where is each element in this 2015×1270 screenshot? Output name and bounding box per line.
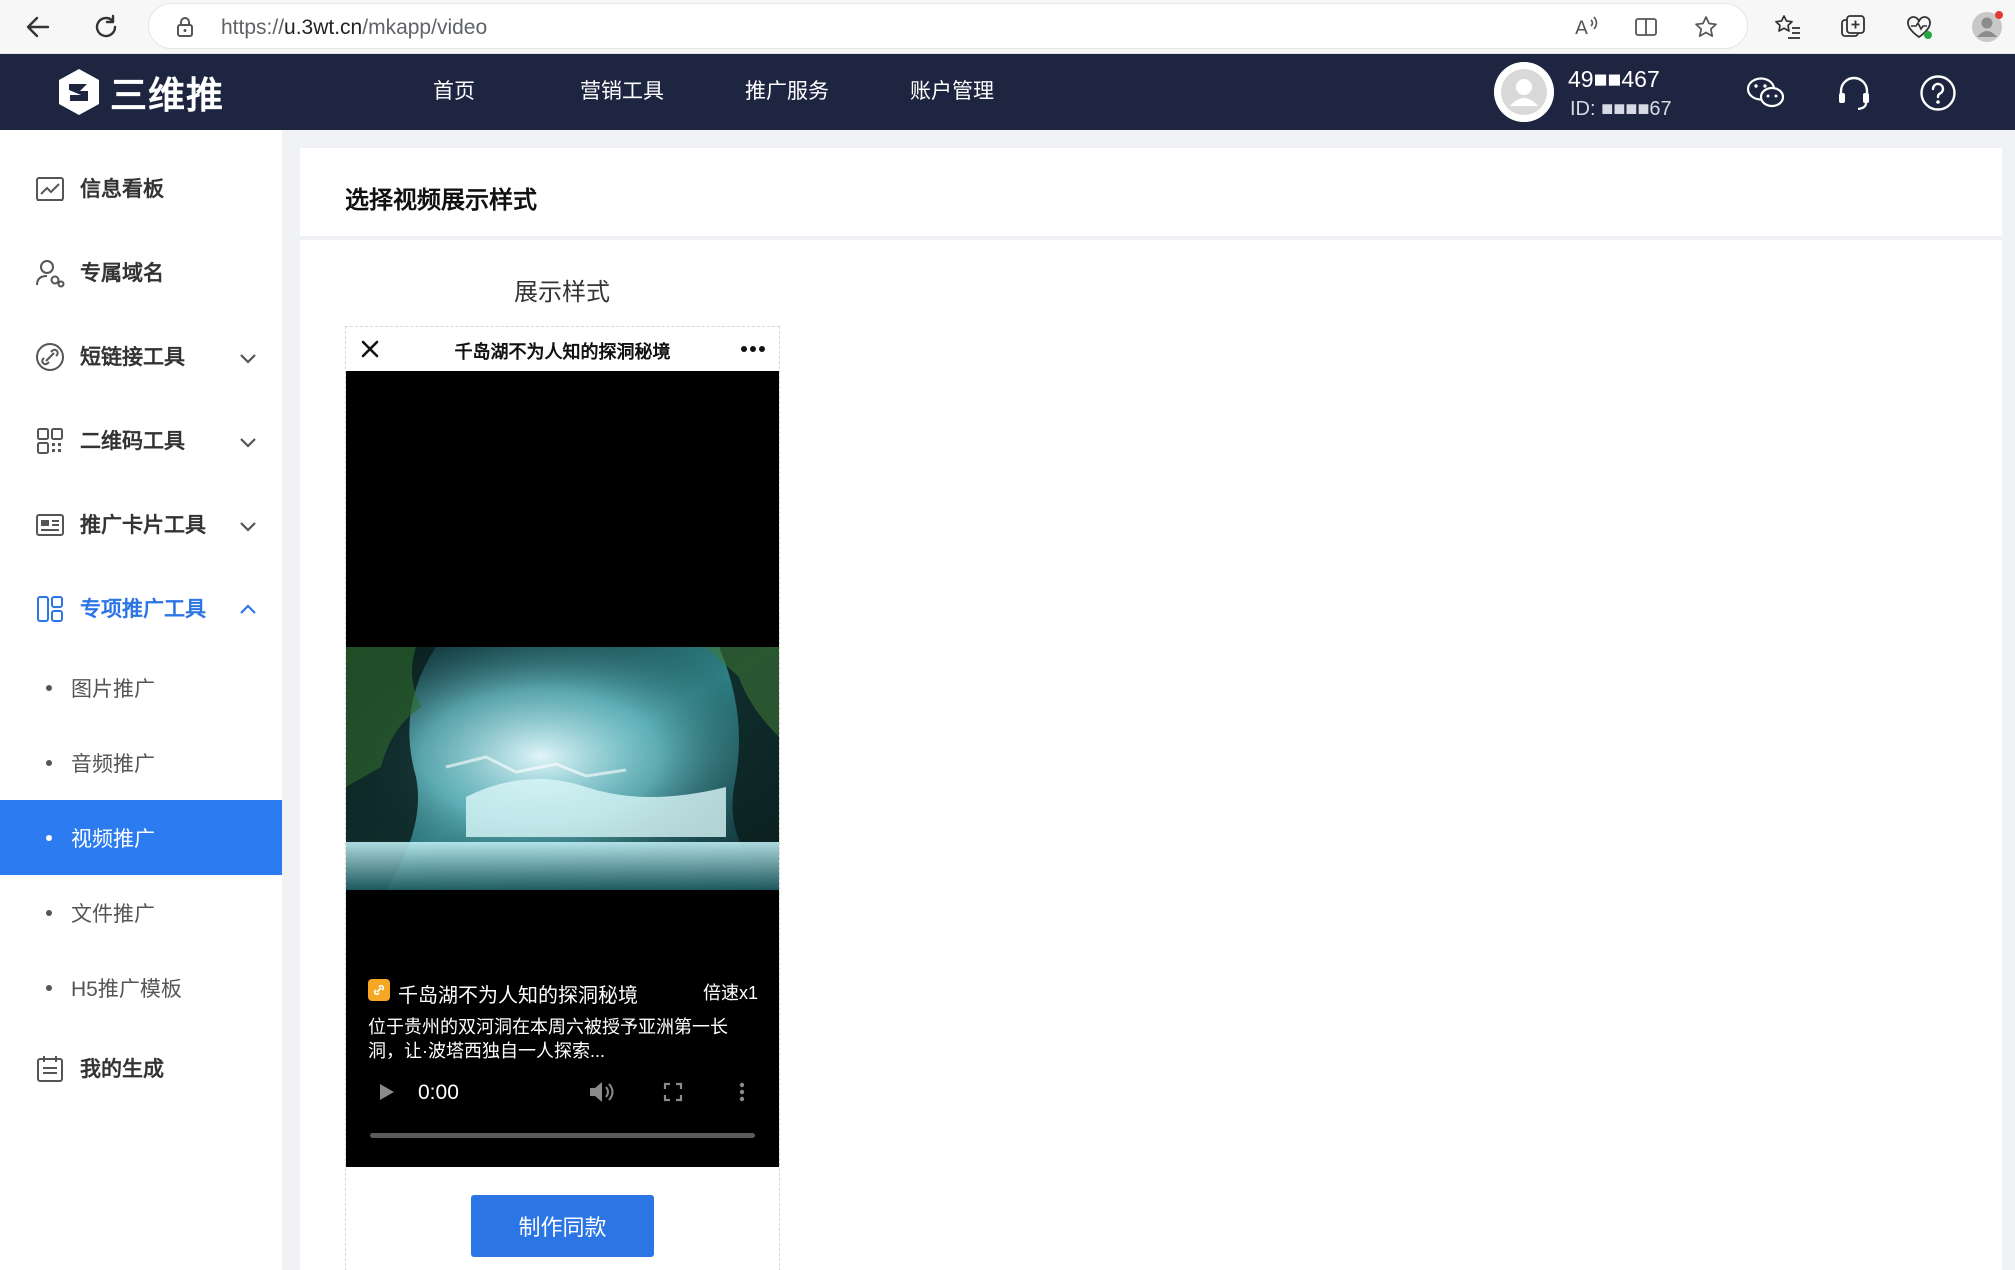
sidebar-item-label: 短链接工具 (80, 346, 185, 369)
sidebar-item-short-link[interactable]: 短链接工具 (0, 326, 282, 386)
lock-icon (177, 17, 193, 37)
nav-marketing-tools[interactable]: 营销工具 (580, 54, 664, 130)
video-style-card: 千岛湖不为人知的探洞秘境 千岛湖不为人知的探洞秘境 倍速x1 位于贵州的双河洞在… (345, 326, 780, 1270)
sidebar-item-label: 二维码工具 (80, 430, 185, 453)
sidebar-item-label: 推广卡片工具 (80, 514, 206, 537)
customer-service-headset-icon[interactable] (1833, 72, 1875, 114)
video-title-row: 千岛湖不为人知的探洞秘境 倍速x1 (368, 977, 758, 1007)
divider (300, 236, 2002, 240)
sidebar: 信息看板 专属域名 短链接工具 二维码工具 推广卡片工具 专项推广工具 图片推广… (0, 130, 282, 1270)
page-title: 选择视频展示样式 (345, 187, 537, 214)
sidebar-item-qrcode[interactable]: 二维码工具 (0, 410, 282, 470)
chevron-up-icon (240, 604, 256, 614)
brand-name: 三维推 (110, 75, 224, 116)
help-icon[interactable] (1917, 72, 1959, 114)
playback-speed[interactable]: 倍速x1 (703, 979, 758, 1005)
video-thumbnail (346, 647, 779, 890)
phone-title-bar: 千岛湖不为人知的探洞秘境 (346, 327, 779, 371)
video-player[interactable]: 千岛湖不为人知的探洞秘境 倍速x1 位于贵州的双河洞在本周六被授予亚洲第一长洞，… (346, 371, 779, 1167)
subitem-label: H5推广模板 (71, 977, 182, 1001)
bullet-dot (46, 834, 52, 841)
sidebar-item-dashboard[interactable]: 信息看板 (0, 158, 282, 218)
sidebar-item-domain[interactable]: 专属域名 (0, 242, 282, 302)
top-nav: 首页 营销工具 推广服务 账户管理 (410, 54, 994, 130)
volume-icon[interactable] (586, 1077, 616, 1107)
user-id: ID: ■■■■67 (1570, 98, 1672, 120)
link-icon (36, 343, 64, 371)
sidebar-subitem-video-promo[interactable]: 视频推广 (0, 800, 282, 875)
chevron-down-icon (240, 522, 256, 532)
layout-icon (37, 596, 63, 622)
sidebar-item-label: 信息看板 (80, 178, 164, 201)
profile-avatar-icon[interactable] (1970, 10, 2004, 44)
sidebar-item-special-promo[interactable]: 专项推广工具 (0, 578, 282, 638)
nav-promotion-services[interactable]: 推广服务 (745, 54, 829, 130)
app-header: 三维推 首页 营销工具 推广服务 账户管理 49■■467 ID: ■■■■67 (0, 54, 2015, 130)
chevron-down-icon (240, 354, 256, 364)
video-time: 0:00 (418, 1081, 459, 1104)
main-panel: 选择视频展示样式 展示样式 千岛湖不为人知的探洞秘境 千岛湖不为人知的探洞秘境 … (300, 148, 2002, 1270)
sidebar-item-label: 我的生成 (80, 1058, 164, 1081)
reload-icon[interactable] (88, 10, 124, 44)
bullet-dot (46, 759, 52, 766)
video-title: 千岛湖不为人知的探洞秘境 (398, 985, 638, 1007)
read-aloud-icon[interactable]: A (1574, 14, 1600, 40)
chevron-down-icon (240, 438, 256, 448)
favorites-list-icon[interactable] (1771, 10, 1805, 44)
wechat-icon[interactable] (1745, 72, 1787, 114)
calendar-list-icon (37, 1056, 63, 1082)
user-name: 49■■467 (1568, 66, 1660, 92)
browser-toolbar: https://u.3wt.cn/mkapp/video A (0, 0, 2015, 54)
sidebar-item-label: 专属域名 (80, 262, 164, 285)
play-icon[interactable] (374, 1077, 400, 1107)
sidebar-item-my-generated[interactable]: 我的生成 (0, 1038, 282, 1098)
bullet-dot (46, 984, 52, 991)
video-progress-bar[interactable] (370, 1133, 755, 1138)
more-dots-icon[interactable] (738, 337, 768, 361)
sidebar-subitem-h5-template[interactable]: H5推广模板 (0, 950, 282, 1025)
make-same-button[interactable]: 制作同款 (471, 1195, 654, 1257)
qrcode-icon (37, 428, 63, 454)
dashboard-icon (36, 177, 64, 201)
sidebar-subitem-image-promo[interactable]: 图片推广 (0, 650, 282, 725)
split-screen-icon[interactable] (1633, 14, 1659, 40)
brand-logo[interactable]: 三维推 (56, 66, 224, 118)
nav-account-management[interactable]: 账户管理 (910, 54, 994, 130)
collections-icon[interactable] (1836, 10, 1870, 44)
fullscreen-icon[interactable] (658, 1077, 688, 1107)
sidebar-subitem-audio-promo[interactable]: 音频推广 (0, 725, 282, 800)
svg-text:A: A (1575, 17, 1588, 39)
address-bar[interactable]: https://u.3wt.cn/mkapp/video A (148, 3, 1748, 49)
card-icon (36, 514, 64, 536)
url-text: https://u.3wt.cn/mkapp/video (221, 16, 488, 39)
video-menu-icon[interactable] (732, 1077, 752, 1107)
sidebar-item-label: 专项推广工具 (80, 598, 206, 621)
sidebar-subitem-file-promo[interactable]: 文件推广 (0, 875, 282, 950)
browser-essentials-icon[interactable] (1902, 10, 1936, 44)
bullet-dot (46, 909, 52, 916)
section-label: 展示样式 (514, 279, 610, 306)
nav-home[interactable]: 首页 (433, 54, 475, 130)
logo-mark-icon (59, 69, 99, 115)
back-icon[interactable] (20, 10, 56, 44)
user-link-icon (36, 260, 65, 288)
favorite-star-icon[interactable] (1693, 14, 1719, 40)
phone-title: 千岛湖不为人知的探洞秘境 (454, 342, 671, 362)
subitem-label: 音频推广 (71, 752, 155, 776)
user-avatar[interactable] (1494, 62, 1554, 122)
sidebar-item-promo-card[interactable]: 推广卡片工具 (0, 494, 282, 554)
subitem-label: 图片推广 (71, 677, 155, 701)
subitem-label: 视频推广 (71, 827, 155, 851)
bullet-dot (46, 684, 52, 691)
subitem-label: 文件推广 (71, 902, 155, 926)
link-badge-icon (368, 979, 390, 1001)
video-description: 位于贵州的双河洞在本周六被授予亚洲第一长洞，让·波塔西独自一人探索... (368, 1017, 728, 1061)
